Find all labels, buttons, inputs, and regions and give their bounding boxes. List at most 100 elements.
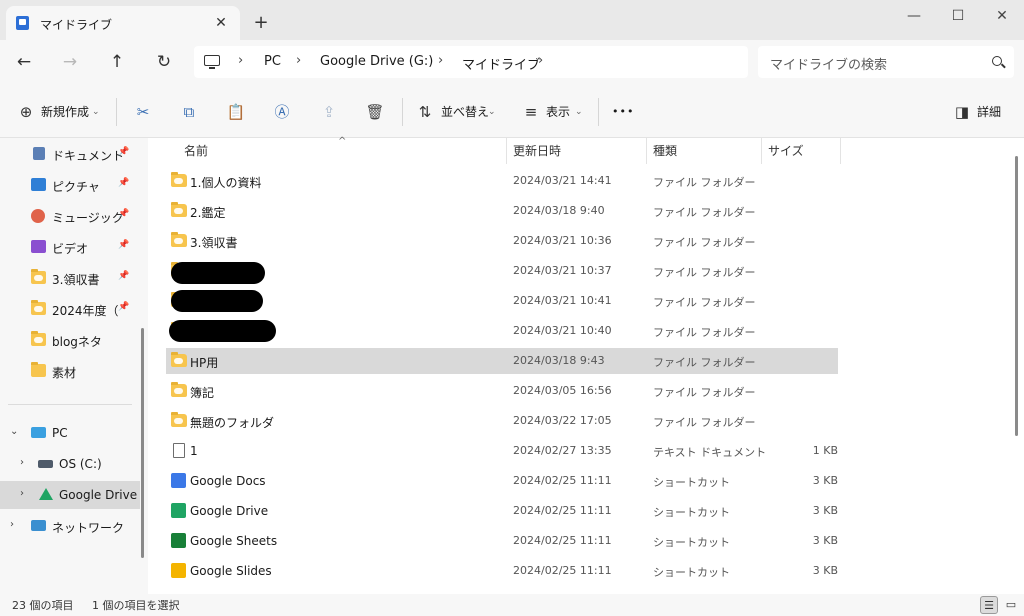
new-tab-button[interactable]: + — [250, 12, 272, 34]
column-header-size[interactable]: サイズ — [768, 138, 804, 164]
breadcrumb-mydrive[interactable]: マイドライブ — [462, 54, 540, 73]
file-row[interactable]: 1 2024/02/27 13:35 テキスト ドキュメント 1 KB — [166, 438, 838, 464]
paste-icon[interactable]: 📋 — [224, 101, 248, 123]
minimize-button[interactable]: — — [896, 4, 932, 28]
pin-icon: 📌 — [118, 240, 130, 250]
chevron-down-icon[interactable]: ⌄ — [10, 426, 18, 437]
up-button[interactable]: ↑ — [103, 50, 131, 74]
column-header-name[interactable]: 名前 — [184, 138, 208, 164]
folder-icon — [31, 331, 46, 346]
maximize-button[interactable]: ☐ — [940, 4, 976, 28]
copy-icon[interactable]: ⧉ — [177, 101, 201, 123]
sidebar-item-label: 2024年度（算 — [52, 304, 118, 318]
sidebar-item-2024[interactable]: 2024年度（算 📌 — [0, 295, 140, 323]
text-file-icon — [173, 443, 185, 458]
cut-icon[interactable]: ✂ — [131, 101, 155, 123]
item-count: 23 個の項目 — [12, 599, 74, 612]
column-divider[interactable] — [506, 138, 507, 164]
explorer-icon — [16, 16, 29, 30]
sort-button[interactable]: 並べ替え — [441, 101, 489, 123]
details-button[interactable]: 詳細 — [977, 101, 1001, 123]
file-size: 3 KB — [812, 534, 838, 547]
file-row[interactable]: 2024/03/21 10:41 ファイル フォルダー — [166, 288, 838, 314]
breadcrumb-separator: › — [538, 53, 544, 68]
file-modified: 2024/02/25 11:11 — [513, 474, 612, 487]
breadcrumb-pc[interactable]: PC — [264, 54, 281, 69]
file-name: 1 — [190, 444, 198, 458]
column-header-modified[interactable]: 更新日時 — [513, 138, 561, 164]
sidebar-item-label: 素材 — [52, 366, 77, 380]
file-row[interactable]: 1.個人の資料 2024/03/21 14:41 ファイル フォルダー — [166, 168, 838, 194]
sidebar-item-os-c[interactable]: › OS (C:) — [0, 450, 140, 478]
chevron-down-icon: ⌄ — [92, 107, 100, 117]
file-row[interactable]: 2.鑑定 2024/03/18 9:40 ファイル フォルダー — [166, 198, 838, 224]
chevron-down-icon: ⌄ — [575, 107, 583, 117]
file-name: 簿記 — [190, 386, 215, 400]
chevron-down-icon: ⌄ — [488, 107, 496, 117]
column-divider[interactable] — [761, 138, 762, 164]
breadcrumb-google-drive[interactable]: Google Drive (G:) — [320, 54, 433, 69]
refresh-button[interactable]: ↻ — [150, 50, 178, 74]
view-button[interactable]: 表示 — [546, 101, 570, 123]
address-bar[interactable]: › PC › Google Drive (G:) › マイドライブ › — [194, 46, 748, 78]
file-type: ショートカット — [653, 536, 730, 549]
chevron-right-icon[interactable]: › — [10, 519, 14, 530]
search-icon — [992, 56, 1002, 66]
file-type: ファイル フォルダー — [653, 206, 756, 219]
sidebar-item-label: OS (C:) — [59, 457, 102, 471]
file-row[interactable]: 簿記 2024/03/05 16:56 ファイル フォルダー — [166, 378, 838, 404]
sidebar-item-pc[interactable]: ⌄ PC — [0, 419, 140, 447]
sidebar-item-blog[interactable]: blogネタ — [0, 326, 140, 354]
file-row[interactable]: HP用 2024/03/18 9:43 ファイル フォルダー — [166, 348, 838, 374]
file-row[interactable]: 3.領収書 2024/03/21 10:36 ファイル フォルダー — [166, 228, 838, 254]
file-modified: 2024/02/25 11:11 — [513, 534, 612, 547]
new-button[interactable]: 新規作成 — [41, 101, 89, 123]
file-size: 3 KB — [812, 564, 838, 577]
sidebar-scrollbar[interactable] — [141, 328, 144, 558]
file-name: 3.領収書 — [190, 236, 238, 250]
column-header-type[interactable]: 種類 — [653, 138, 677, 164]
view-icon: ≡ — [524, 103, 538, 121]
breadcrumb-separator: › — [238, 53, 244, 68]
file-type: ファイル フォルダー — [653, 296, 756, 309]
back-button[interactable]: ← — [10, 50, 38, 74]
file-modified: 2024/03/21 10:41 — [513, 294, 612, 307]
details-view-icon[interactable]: ☰ — [980, 596, 998, 614]
sidebar-item-materials[interactable]: 素材 — [0, 357, 140, 385]
file-list-scrollbar[interactable] — [1015, 156, 1018, 436]
share-icon[interactable]: ⇪ — [317, 101, 341, 123]
sidebar-item-documents[interactable]: ドキュメント 📌 — [0, 140, 140, 168]
sidebar-item-receipts[interactable]: 3.領収書 📌 — [0, 264, 140, 292]
sidebar-item-music[interactable]: ミュージック 📌 — [0, 202, 140, 230]
tab-mydrive[interactable]: マイドライブ ✕ — [6, 6, 240, 40]
file-row[interactable]: Google Slides 2024/02/25 11:11 ショートカット 3 KB — [166, 558, 838, 584]
sidebar-item-label: PC — [52, 426, 68, 440]
redaction-block — [171, 290, 263, 312]
sidebar-item-pictures[interactable]: ピクチャ 📌 — [0, 171, 140, 199]
tab-close-icon[interactable]: ✕ — [211, 13, 231, 33]
delete-icon[interactable]: 🗑 — [363, 101, 387, 123]
divider — [598, 98, 599, 126]
file-row[interactable]: 2024/03/21 10:37 ファイル フォルダー — [166, 258, 838, 284]
file-row[interactable]: Google Drive 2024/02/25 11:11 ショートカット 3 KB — [166, 498, 838, 524]
file-row[interactable]: 無題のフォルダ 2024/03/22 17:05 ファイル フォルダー — [166, 408, 838, 434]
file-type: ファイル フォルダー — [653, 416, 756, 429]
column-divider[interactable] — [840, 138, 841, 164]
file-row[interactable]: Google Sheets 2024/02/25 11:11 ショートカット 3 KB — [166, 528, 838, 554]
more-options-button[interactable]: ••• — [612, 101, 634, 123]
file-row[interactable]: Google Docs 2024/02/25 11:11 ショートカット 3 KB — [166, 468, 838, 494]
file-type: ショートカット — [653, 506, 730, 519]
chevron-right-icon[interactable]: › — [20, 457, 24, 468]
search-input[interactable]: マイドライブの検索 — [758, 46, 1014, 78]
rename-icon[interactable]: Ⓐ — [270, 101, 294, 123]
forward-button[interactable]: → — [56, 50, 84, 74]
chevron-right-icon[interactable]: › — [20, 488, 24, 499]
file-modified: 2024/03/21 10:36 — [513, 234, 612, 247]
close-button[interactable]: ✕ — [984, 4, 1020, 28]
pin-icon: 📌 — [118, 147, 130, 157]
sidebar-item-network[interactable]: › ネットワーク — [0, 512, 140, 540]
sidebar-item-google-drive[interactable]: › Google Drive (G:) — [0, 481, 140, 509]
tiles-view-icon[interactable]: ▭ — [1002, 596, 1020, 614]
column-divider[interactable] — [646, 138, 647, 164]
sidebar-item-videos[interactable]: ビデオ 📌 — [0, 233, 140, 261]
